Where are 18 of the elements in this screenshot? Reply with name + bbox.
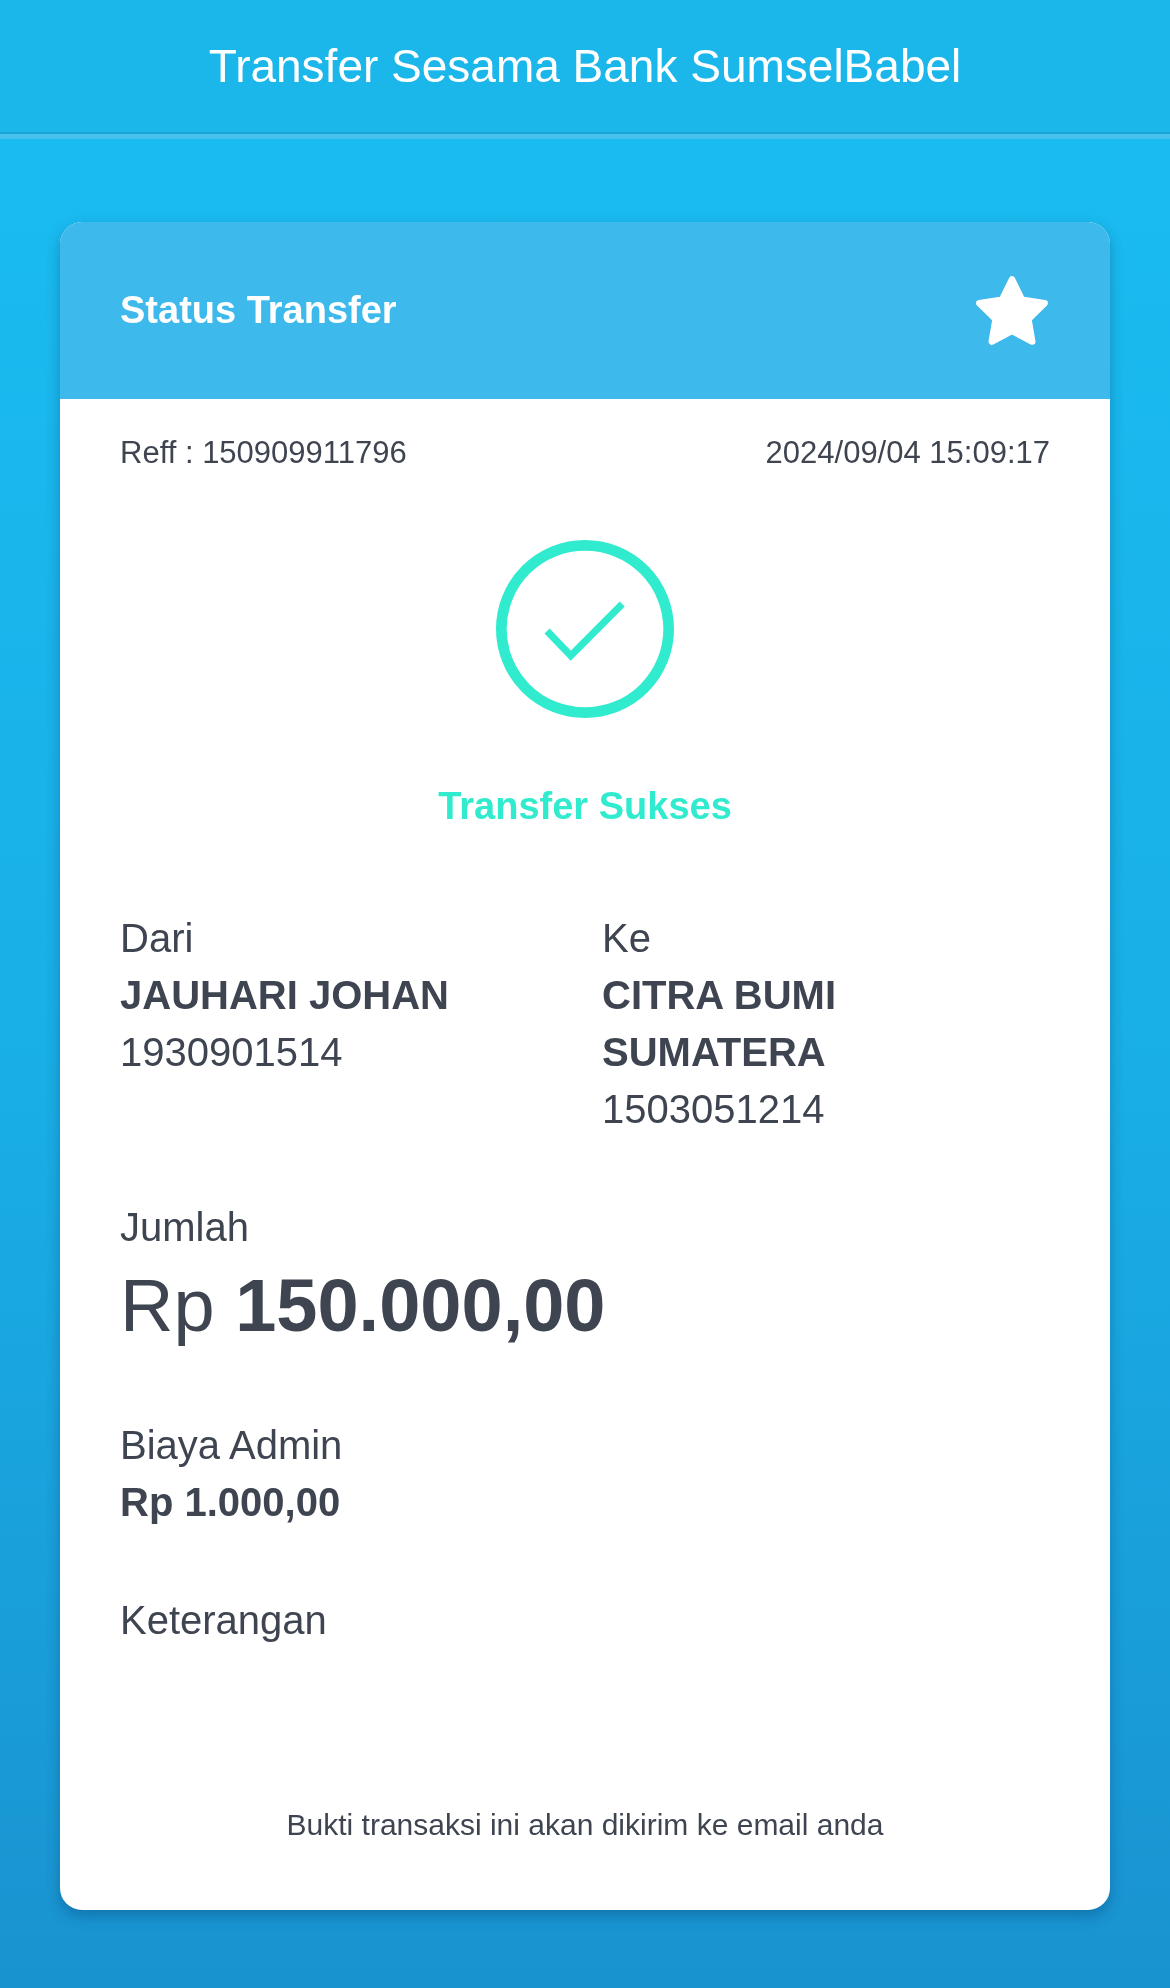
sender-account-number: 1930901514	[120, 1028, 344, 1076]
admin-fee-value: Rp 1.000,00	[120, 1478, 342, 1526]
recipient-account-number: 1503051214	[602, 1085, 826, 1133]
recipient-name: CITRA BUMI SUMATERA	[602, 971, 838, 1076]
note-label: Keterangan	[120, 1596, 328, 1644]
star-icon[interactable]	[976, 276, 1048, 345]
reference-number: Reff : 150909911796	[120, 434, 407, 472]
card-title: Status Transfer	[120, 287, 397, 333]
transaction-datetime: 2024/09/04 15:09:17	[765, 434, 1050, 472]
page-title: Transfer Sesama Bank SumselBabel	[208, 39, 962, 95]
recipient-label: Ke	[602, 914, 652, 962]
sender-name: JAUHARI JOHAN	[120, 971, 450, 1019]
amount-value: Rp 150.000,00	[120, 1262, 607, 1349]
sender-label: Dari	[120, 914, 195, 962]
amount-label: Jumlah	[120, 1203, 250, 1251]
admin-fee-label: Biaya Admin	[120, 1421, 344, 1469]
status-message: Transfer Sukses	[437, 784, 733, 830]
email-notice: Bukti transaksi ini akan dikirim ke email anda	[285, 1806, 885, 1843]
